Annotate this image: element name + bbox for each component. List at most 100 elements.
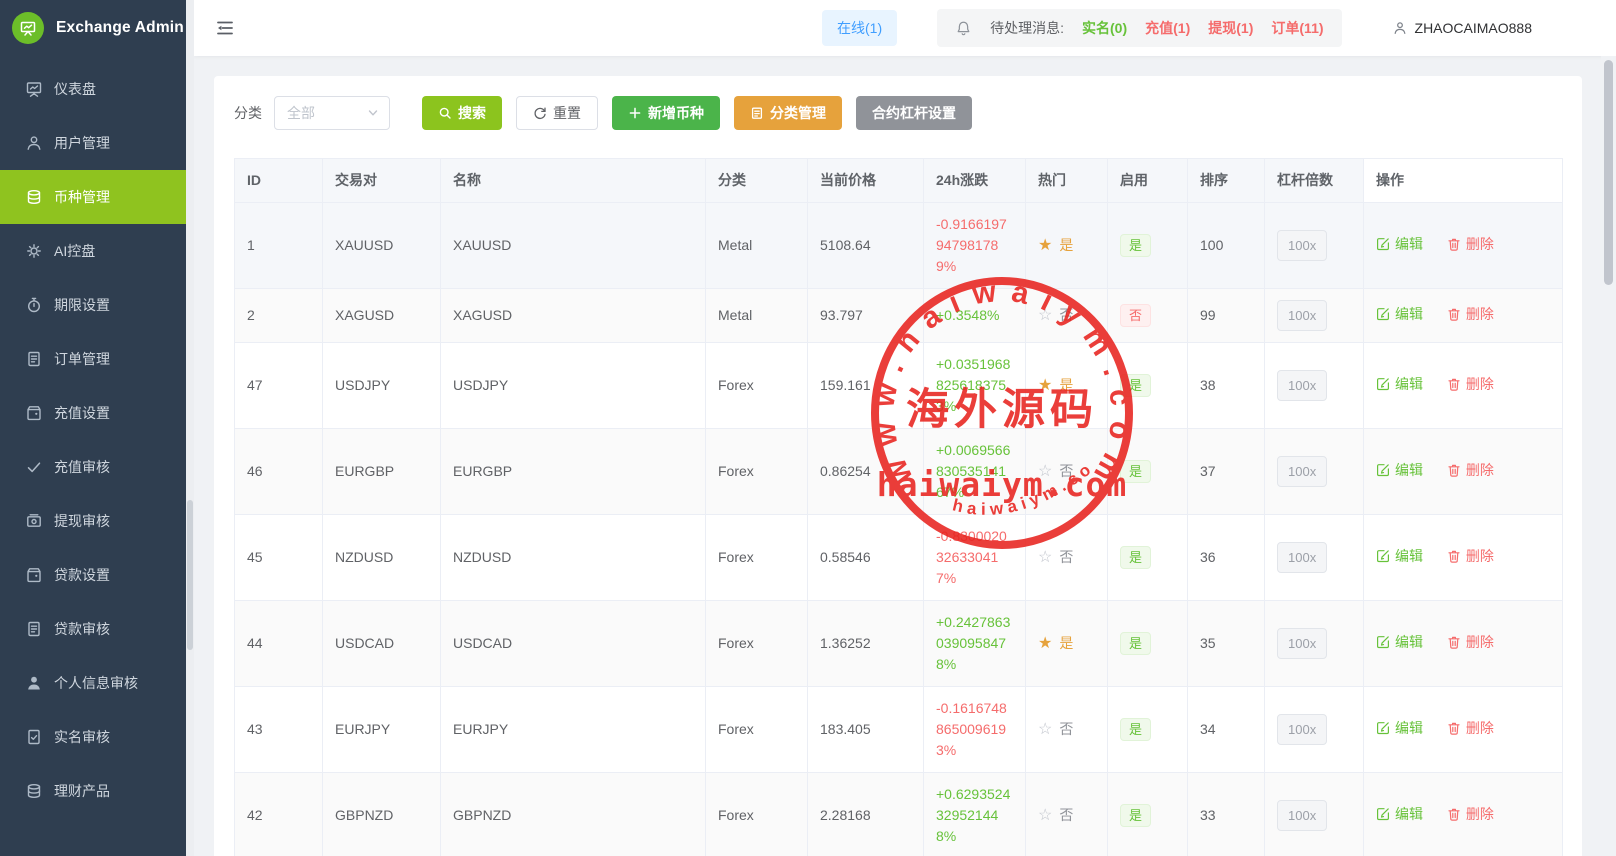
edit-button[interactable]: 编辑 — [1376, 460, 1423, 481]
add-coin-button[interactable]: 新增币种 — [612, 96, 720, 130]
toolbar: 分类 全部 搜索 重置 新增币种 — [234, 96, 1562, 130]
category-select[interactable]: 全部 — [274, 96, 390, 130]
hot-star-icon[interactable]: ☆ — [1038, 807, 1052, 824]
table-row: 42 GBPNZD GBPNZD Forex 2.28168 +0.629352… — [235, 773, 1563, 856]
edit-button[interactable]: 编辑 — [1376, 632, 1423, 653]
collapse-sidebar-icon[interactable] — [215, 18, 235, 38]
edit-button[interactable]: 编辑 — [1376, 718, 1423, 739]
user-menu[interactable]: ZHAOCAIMAO888 — [1392, 20, 1532, 36]
edit-button[interactable]: 编辑 — [1376, 374, 1423, 395]
edit-icon — [1376, 549, 1390, 563]
column-header: 热门 — [1026, 159, 1108, 203]
timer-icon — [25, 296, 43, 314]
topbar-right: 在线(1) 待处理消息: 实名(0)充值(1)提现(1)订单(11) ZHAOC… — [822, 9, 1532, 47]
sidebar-item-实名审核[interactable]: 实名审核 — [0, 710, 186, 764]
sidebar-item-提现审核[interactable]: 提现审核 — [0, 494, 186, 548]
contract-leverage-button[interactable]: 合约杠杆设置 — [856, 96, 972, 130]
column-header: 分类 — [706, 159, 808, 203]
sidebar-scrollbar[interactable] — [186, 0, 194, 856]
trash-icon — [1447, 807, 1461, 821]
cell-id: 2 — [235, 289, 323, 343]
sidebar: Exchange Admin 仪表盘 用户管理 币种管理 AI控盘 期限设置 订… — [0, 0, 186, 856]
edit-button[interactable]: 编辑 — [1376, 304, 1423, 325]
delete-button[interactable]: 删除 — [1447, 374, 1494, 395]
page-scrollbar[interactable] — [1601, 56, 1616, 856]
delete-button[interactable]: 删除 — [1447, 804, 1494, 825]
page-scrollbar-thumb[interactable] — [1604, 60, 1613, 285]
cell-name: GBPNZD — [441, 773, 706, 856]
chevron-down-icon — [367, 107, 379, 119]
category-manage-button[interactable]: 分类管理 — [734, 96, 842, 130]
search-button-label: 搜索 — [458, 103, 486, 123]
cell-sort: 34 — [1188, 687, 1265, 773]
hot-label: 否 — [1059, 463, 1073, 479]
hot-label: 否 — [1059, 549, 1073, 565]
notice-item[interactable]: 提现(1) — [1208, 18, 1253, 38]
trash-icon — [1447, 237, 1461, 251]
leverage-chip: 100x — [1277, 714, 1327, 745]
logo-row: Exchange Admin — [0, 0, 186, 56]
contract-leverage-button-label: 合约杠杆设置 — [872, 103, 956, 123]
edit-button[interactable]: 编辑 — [1376, 546, 1423, 567]
sidebar-item-订单管理[interactable]: 订单管理 — [0, 332, 186, 386]
delete-button[interactable]: 删除 — [1447, 460, 1494, 481]
sidebar-item-贷款设置[interactable]: 贷款设置 — [0, 548, 186, 602]
delete-button-label: 删除 — [1466, 460, 1494, 481]
document-icon — [25, 620, 43, 638]
enabled-badge: 是 — [1120, 718, 1151, 741]
cell-pair: NZDUSD — [323, 515, 441, 601]
search-button[interactable]: 搜索 — [422, 96, 502, 130]
hot-star-icon[interactable]: ☆ — [1038, 307, 1052, 324]
cell-price: 0.58546 — [808, 515, 924, 601]
hot-star-icon[interactable]: ☆ — [1038, 721, 1052, 738]
sidebar-item-用户管理[interactable]: 用户管理 — [0, 116, 186, 170]
notice-item[interactable]: 订单(11) — [1271, 18, 1323, 38]
table-row: 44 USDCAD USDCAD Forex 1.36252 +0.242786… — [235, 601, 1563, 687]
cell-id: 43 — [235, 687, 323, 773]
delete-button-label: 删除 — [1466, 234, 1494, 255]
sidebar-item-理财产品[interactable]: 理财产品 — [0, 764, 186, 818]
hot-star-icon[interactable]: ☆ — [1038, 549, 1052, 566]
sidebar-item-贷款审核[interactable]: 贷款审核 — [0, 602, 186, 656]
delete-button[interactable]: 删除 — [1447, 234, 1494, 255]
hot-star-icon[interactable]: ☆ — [1038, 463, 1052, 480]
cell-price: 0.86254 — [808, 429, 924, 515]
cell-id: 42 — [235, 773, 323, 856]
cell-category: Forex — [706, 601, 808, 687]
sidebar-item-个人信息审核[interactable]: 个人信息审核 — [0, 656, 186, 710]
refresh-icon — [533, 106, 547, 120]
change-value: -0.16167488650096193% — [936, 698, 1013, 761]
hot-label: 否 — [1059, 721, 1073, 737]
hot-star-icon[interactable]: ★ — [1038, 237, 1052, 254]
enabled-badge: 是 — [1120, 632, 1151, 655]
add-coin-button-label: 新增币种 — [648, 103, 704, 123]
hot-star-icon[interactable]: ★ — [1038, 635, 1052, 652]
notice-item[interactable]: 充值(1) — [1145, 18, 1190, 38]
cell-pair: XAGUSD — [323, 289, 441, 343]
edit-button[interactable]: 编辑 — [1376, 234, 1423, 255]
reset-button[interactable]: 重置 — [516, 96, 598, 130]
cell-sort: 99 — [1188, 289, 1265, 343]
sidebar-item-币种管理[interactable]: 币种管理 — [0, 170, 186, 224]
sidebar-item-充值设置[interactable]: 充值设置 — [0, 386, 186, 440]
delete-button[interactable]: 删除 — [1447, 632, 1494, 653]
cell-name: EURGBP — [441, 429, 706, 515]
delete-button[interactable]: 删除 — [1447, 304, 1494, 325]
edit-button[interactable]: 编辑 — [1376, 804, 1423, 825]
cell-category: Forex — [706, 343, 808, 429]
delete-button[interactable]: 删除 — [1447, 718, 1494, 739]
notice-item[interactable]: 实名(0) — [1082, 18, 1127, 38]
sidebar-item-充值审核[interactable]: 充值审核 — [0, 440, 186, 494]
sidebar-item-期限设置[interactable]: 期限设置 — [0, 278, 186, 332]
hot-star-icon[interactable]: ★ — [1038, 377, 1052, 394]
hot-label: 是 — [1059, 237, 1073, 253]
delete-button[interactable]: 删除 — [1447, 546, 1494, 567]
reset-button-label: 重置 — [553, 103, 581, 123]
sidebar-item-label: 提现审核 — [54, 511, 110, 531]
user-icon — [1392, 20, 1408, 36]
sidebar-item-AI控盘[interactable]: AI控盘 — [0, 224, 186, 278]
cell-name: XAGUSD — [441, 289, 706, 343]
sidebar-scrollbar-thumb[interactable] — [187, 500, 193, 650]
sidebar-item-仪表盘[interactable]: 仪表盘 — [0, 62, 186, 116]
online-badge[interactable]: 在线(1) — [822, 10, 897, 46]
